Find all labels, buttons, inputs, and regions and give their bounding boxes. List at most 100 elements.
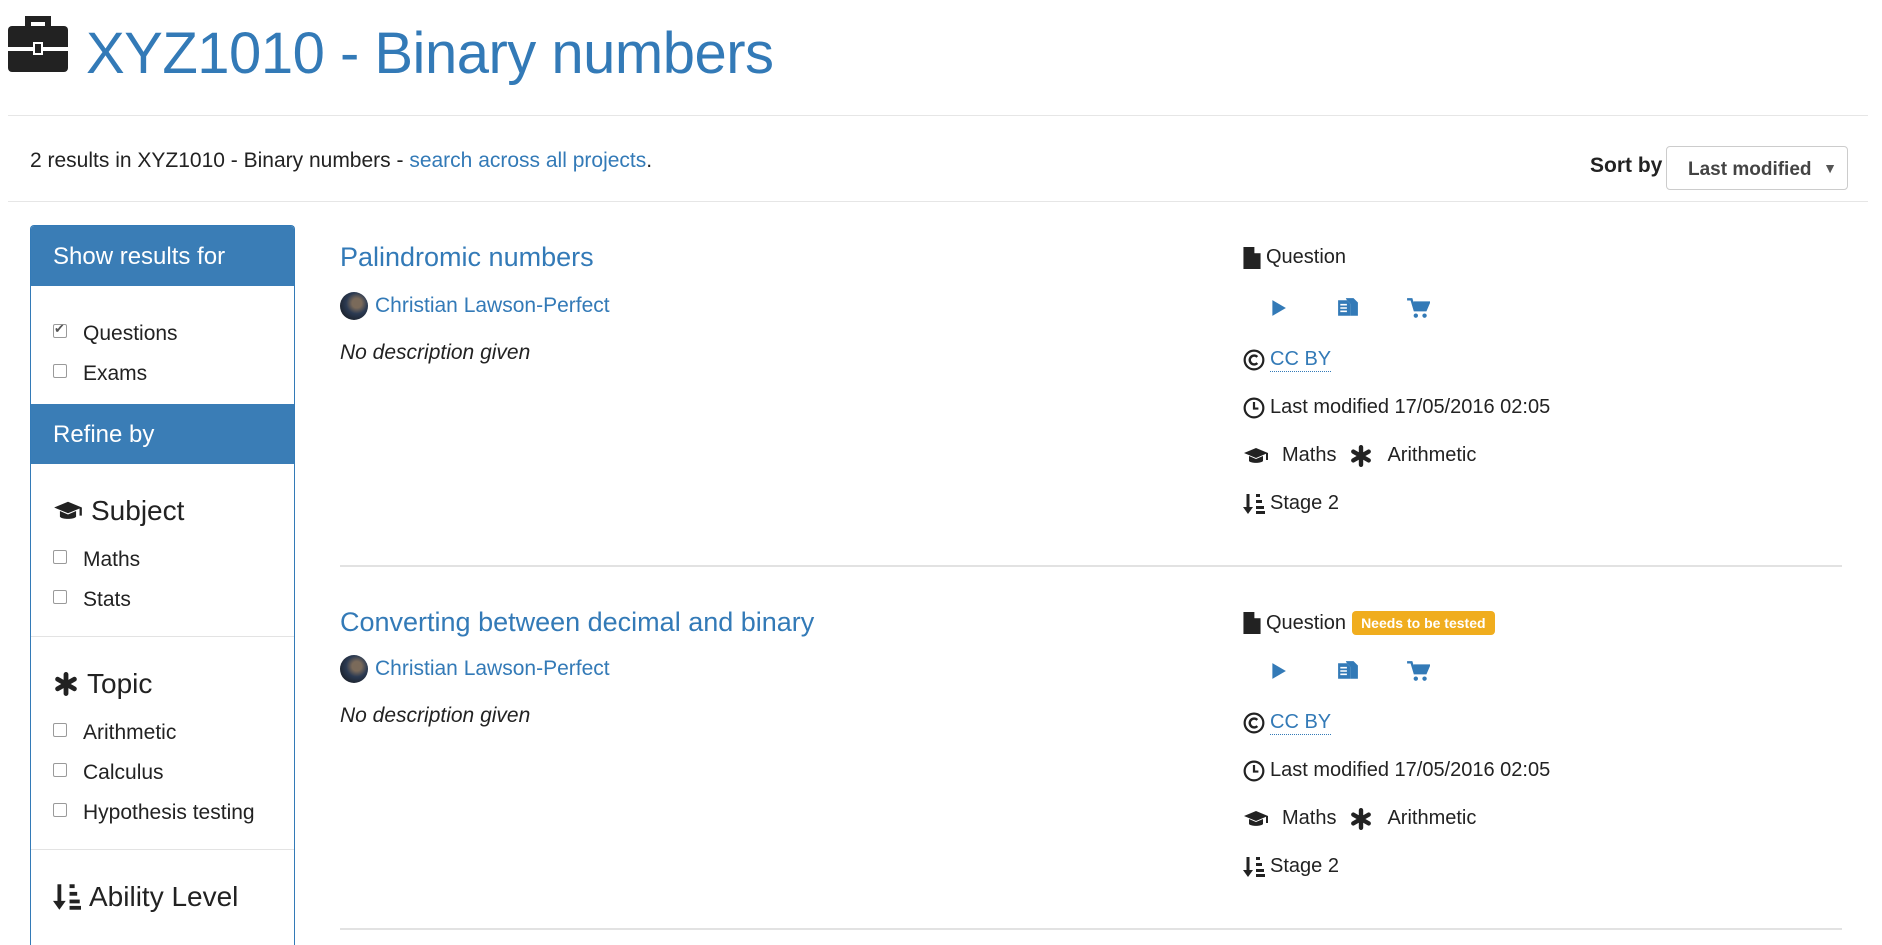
questions-checkbox[interactable]	[53, 321, 67, 338]
checkbox[interactable]	[53, 803, 67, 817]
filter-label: Hypothesis testing	[83, 801, 255, 824]
subject-label: Maths	[1282, 444, 1337, 466]
result-item: Palindromic numbers Christian Lawson-Per…	[340, 242, 1842, 542]
item-description: No description given	[340, 704, 531, 727]
copyright-icon	[1243, 349, 1265, 371]
divider	[31, 849, 294, 850]
filter-exams[interactable]: Exams	[53, 354, 294, 394]
license-link[interactable]: CC BY	[1270, 711, 1332, 735]
item-actions	[1243, 292, 1453, 324]
preview-button[interactable]	[1243, 655, 1313, 687]
filter-label: Calculus	[83, 761, 164, 784]
subject-label: Maths	[1282, 807, 1337, 829]
license-link[interactable]: CC BY	[1270, 348, 1332, 372]
facet-title-text: Subject	[91, 495, 185, 526]
cart-icon	[1406, 297, 1430, 319]
filter-sidebar: Show results for Questions Exams Refine …	[30, 225, 295, 945]
copy-icon	[1337, 660, 1359, 682]
filter-label: Arithmetic	[83, 721, 177, 744]
result-type-list: Questions Exams	[31, 286, 294, 400]
document-icon	[1243, 247, 1261, 269]
play-icon	[1269, 299, 1287, 317]
play-icon	[1269, 662, 1287, 680]
author-name: Christian Lawson-Perfect	[375, 657, 610, 680]
exams-checkbox[interactable]	[53, 364, 67, 378]
item-last-modified: Last modified 17/05/2016 02:05	[1243, 396, 1550, 419]
item-taxonomy: Maths Arithmetic	[1243, 807, 1476, 830]
copy-button[interactable]	[1313, 292, 1383, 324]
author-link[interactable]: Christian Lawson-Perfect	[340, 655, 610, 683]
item-type-label: Question	[1266, 246, 1347, 268]
sort-select[interactable]: Last modified ▼	[1666, 146, 1848, 190]
facet-ability-title: Ability Level	[53, 872, 294, 922]
facet-topic-title: Topic	[53, 659, 294, 709]
item-title-link[interactable]: Converting between decimal and binary	[340, 607, 814, 638]
item-ability: Stage 2	[1243, 492, 1339, 515]
page-title: XYZ1010 - Binary numbers	[86, 21, 774, 86]
filter-topic-hypothesis-testing[interactable]: Hypothesis testing	[53, 793, 294, 833]
filter-label: Maths	[83, 548, 141, 571]
status-badge: Needs to be tested	[1352, 611, 1495, 635]
avatar	[340, 292, 368, 320]
sort-ability-icon	[1243, 493, 1265, 515]
item-description: No description given	[340, 341, 531, 364]
results-bar: 2 results in XYZ1010 - Binary numbers - …	[8, 116, 1868, 202]
search-all-projects-link[interactable]: search across all projects	[409, 149, 646, 172]
sort-selected-value: Last modified	[1688, 159, 1812, 180]
preview-button[interactable]	[1243, 292, 1313, 324]
facet-title-text: Ability Level	[89, 881, 239, 912]
filter-label: Stats	[83, 588, 131, 611]
refine-heading: Refine by	[31, 404, 294, 464]
item-title-link[interactable]: Palindromic numbers	[340, 242, 594, 273]
item-taxonomy: Maths Arithmetic	[1243, 444, 1476, 467]
last-modified-text: Last modified 17/05/2016 02:05	[1270, 396, 1551, 418]
asterisk-icon	[1350, 808, 1372, 830]
page-header: XYZ1010 - Binary numbers	[8, 0, 1868, 116]
author-link[interactable]: Christian Lawson-Perfect	[340, 292, 610, 320]
sort-ability-icon	[53, 883, 81, 911]
add-to-basket-button[interactable]	[1383, 292, 1453, 324]
copy-button[interactable]	[1313, 655, 1383, 687]
checkbox[interactable]	[53, 723, 67, 737]
facet-subject-title: Subject	[53, 486, 294, 536]
checkbox[interactable]	[53, 763, 67, 777]
filter-label: Questions	[83, 322, 178, 345]
ability-label: Stage 2	[1270, 855, 1339, 877]
graduation-cap-icon	[1243, 446, 1269, 466]
filter-topic-calculus[interactable]: Calculus	[53, 753, 294, 793]
refine-body: Subject Maths Stats Topic Arithmetic Cal…	[31, 486, 294, 922]
avatar	[340, 655, 368, 683]
item-ability: Stage 2	[1243, 855, 1339, 878]
show-results-heading: Show results for	[31, 226, 294, 286]
checkbox[interactable]	[53, 590, 67, 604]
filter-subject-stats[interactable]: Stats	[53, 580, 294, 620]
cart-icon	[1406, 660, 1430, 682]
results-suffix: .	[646, 149, 653, 172]
topic-label: Arithmetic	[1387, 444, 1477, 466]
add-to-basket-button[interactable]	[1383, 655, 1453, 687]
graduation-cap-icon	[53, 500, 83, 522]
chevron-down-icon: ▼	[1823, 160, 1837, 176]
facet-title-text: Topic	[87, 668, 153, 699]
filter-topic-arithmetic[interactable]: Arithmetic	[53, 713, 294, 753]
filter-label: Exams	[83, 362, 148, 385]
graduation-cap-icon	[1243, 809, 1269, 829]
result-item: Converting between decimal and binary Ch…	[340, 607, 1842, 907]
sort-label: Sort by	[1590, 154, 1663, 177]
item-actions	[1243, 655, 1453, 687]
sort-ability-icon	[1243, 856, 1265, 878]
checkbox[interactable]	[53, 550, 67, 564]
item-type: Question Needs to be tested	[1243, 611, 1495, 635]
results-summary: 2 results in XYZ1010 - Binary numbers - …	[30, 149, 652, 173]
item-type-label: Question	[1266, 611, 1347, 634]
item-last-modified: Last modified 17/05/2016 02:05	[1243, 759, 1550, 782]
filter-questions[interactable]: Questions	[53, 314, 294, 354]
copyright-icon	[1243, 712, 1265, 734]
author-name: Christian Lawson-Perfect	[375, 294, 610, 317]
divider	[340, 565, 1842, 567]
document-icon	[1243, 612, 1261, 634]
copy-icon	[1337, 297, 1359, 319]
divider	[31, 636, 294, 637]
clock-icon	[1243, 397, 1265, 419]
filter-subject-maths[interactable]: Maths	[53, 540, 294, 580]
